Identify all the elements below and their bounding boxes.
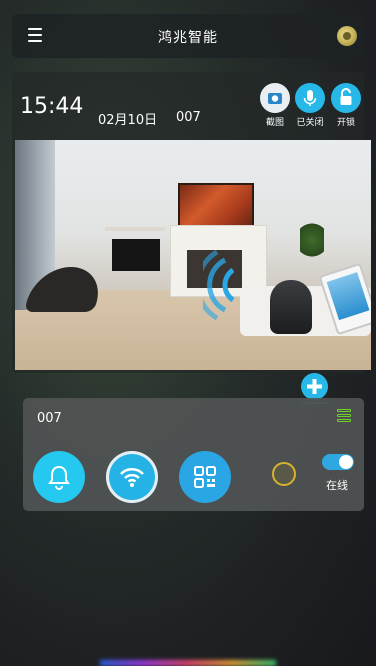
wireless-signal-icon (203, 250, 235, 320)
online-status-label: 在线 (326, 479, 348, 492)
top-header: 鸿兆智能 (12, 14, 364, 58)
device-name: 007 (37, 411, 62, 426)
status-indicator (272, 462, 296, 486)
doorbell-button[interactable] (33, 451, 85, 503)
add-device-button[interactable] (301, 373, 328, 404)
wifi-icon (117, 462, 147, 492)
screenshot-label: 截图 (265, 118, 284, 128)
screenshot-button[interactable] (260, 83, 290, 113)
wifi-config-button[interactable] (106, 451, 158, 503)
smart-device (270, 280, 312, 334)
list-icon[interactable] (337, 409, 351, 425)
user-avatar-icon[interactable] (337, 26, 357, 46)
online-toggle[interactable] (322, 454, 354, 470)
bell-icon (48, 465, 70, 490)
bottom-glow (100, 660, 276, 666)
lock-icon (332, 84, 360, 112)
camera-icon (261, 84, 289, 112)
microphone-button[interactable] (295, 83, 325, 113)
app-title: 鸿兆智能 (158, 30, 218, 46)
device-number: 007 (176, 110, 201, 125)
clock-date: 02月10日 (98, 113, 158, 128)
qr-code-button[interactable] (179, 451, 231, 503)
microphone-icon (296, 84, 324, 112)
camera-live-view[interactable] (15, 140, 371, 370)
shelf (105, 227, 165, 231)
unlock-button[interactable] (331, 83, 361, 113)
clock-time: 15:44 (20, 94, 84, 119)
plus-icon (307, 379, 322, 394)
qr-code-icon (194, 466, 216, 488)
unlock-label: 开锁 (336, 118, 355, 128)
television (112, 239, 160, 271)
plant (300, 220, 324, 260)
microphone-label: 已关闭 (296, 118, 324, 128)
